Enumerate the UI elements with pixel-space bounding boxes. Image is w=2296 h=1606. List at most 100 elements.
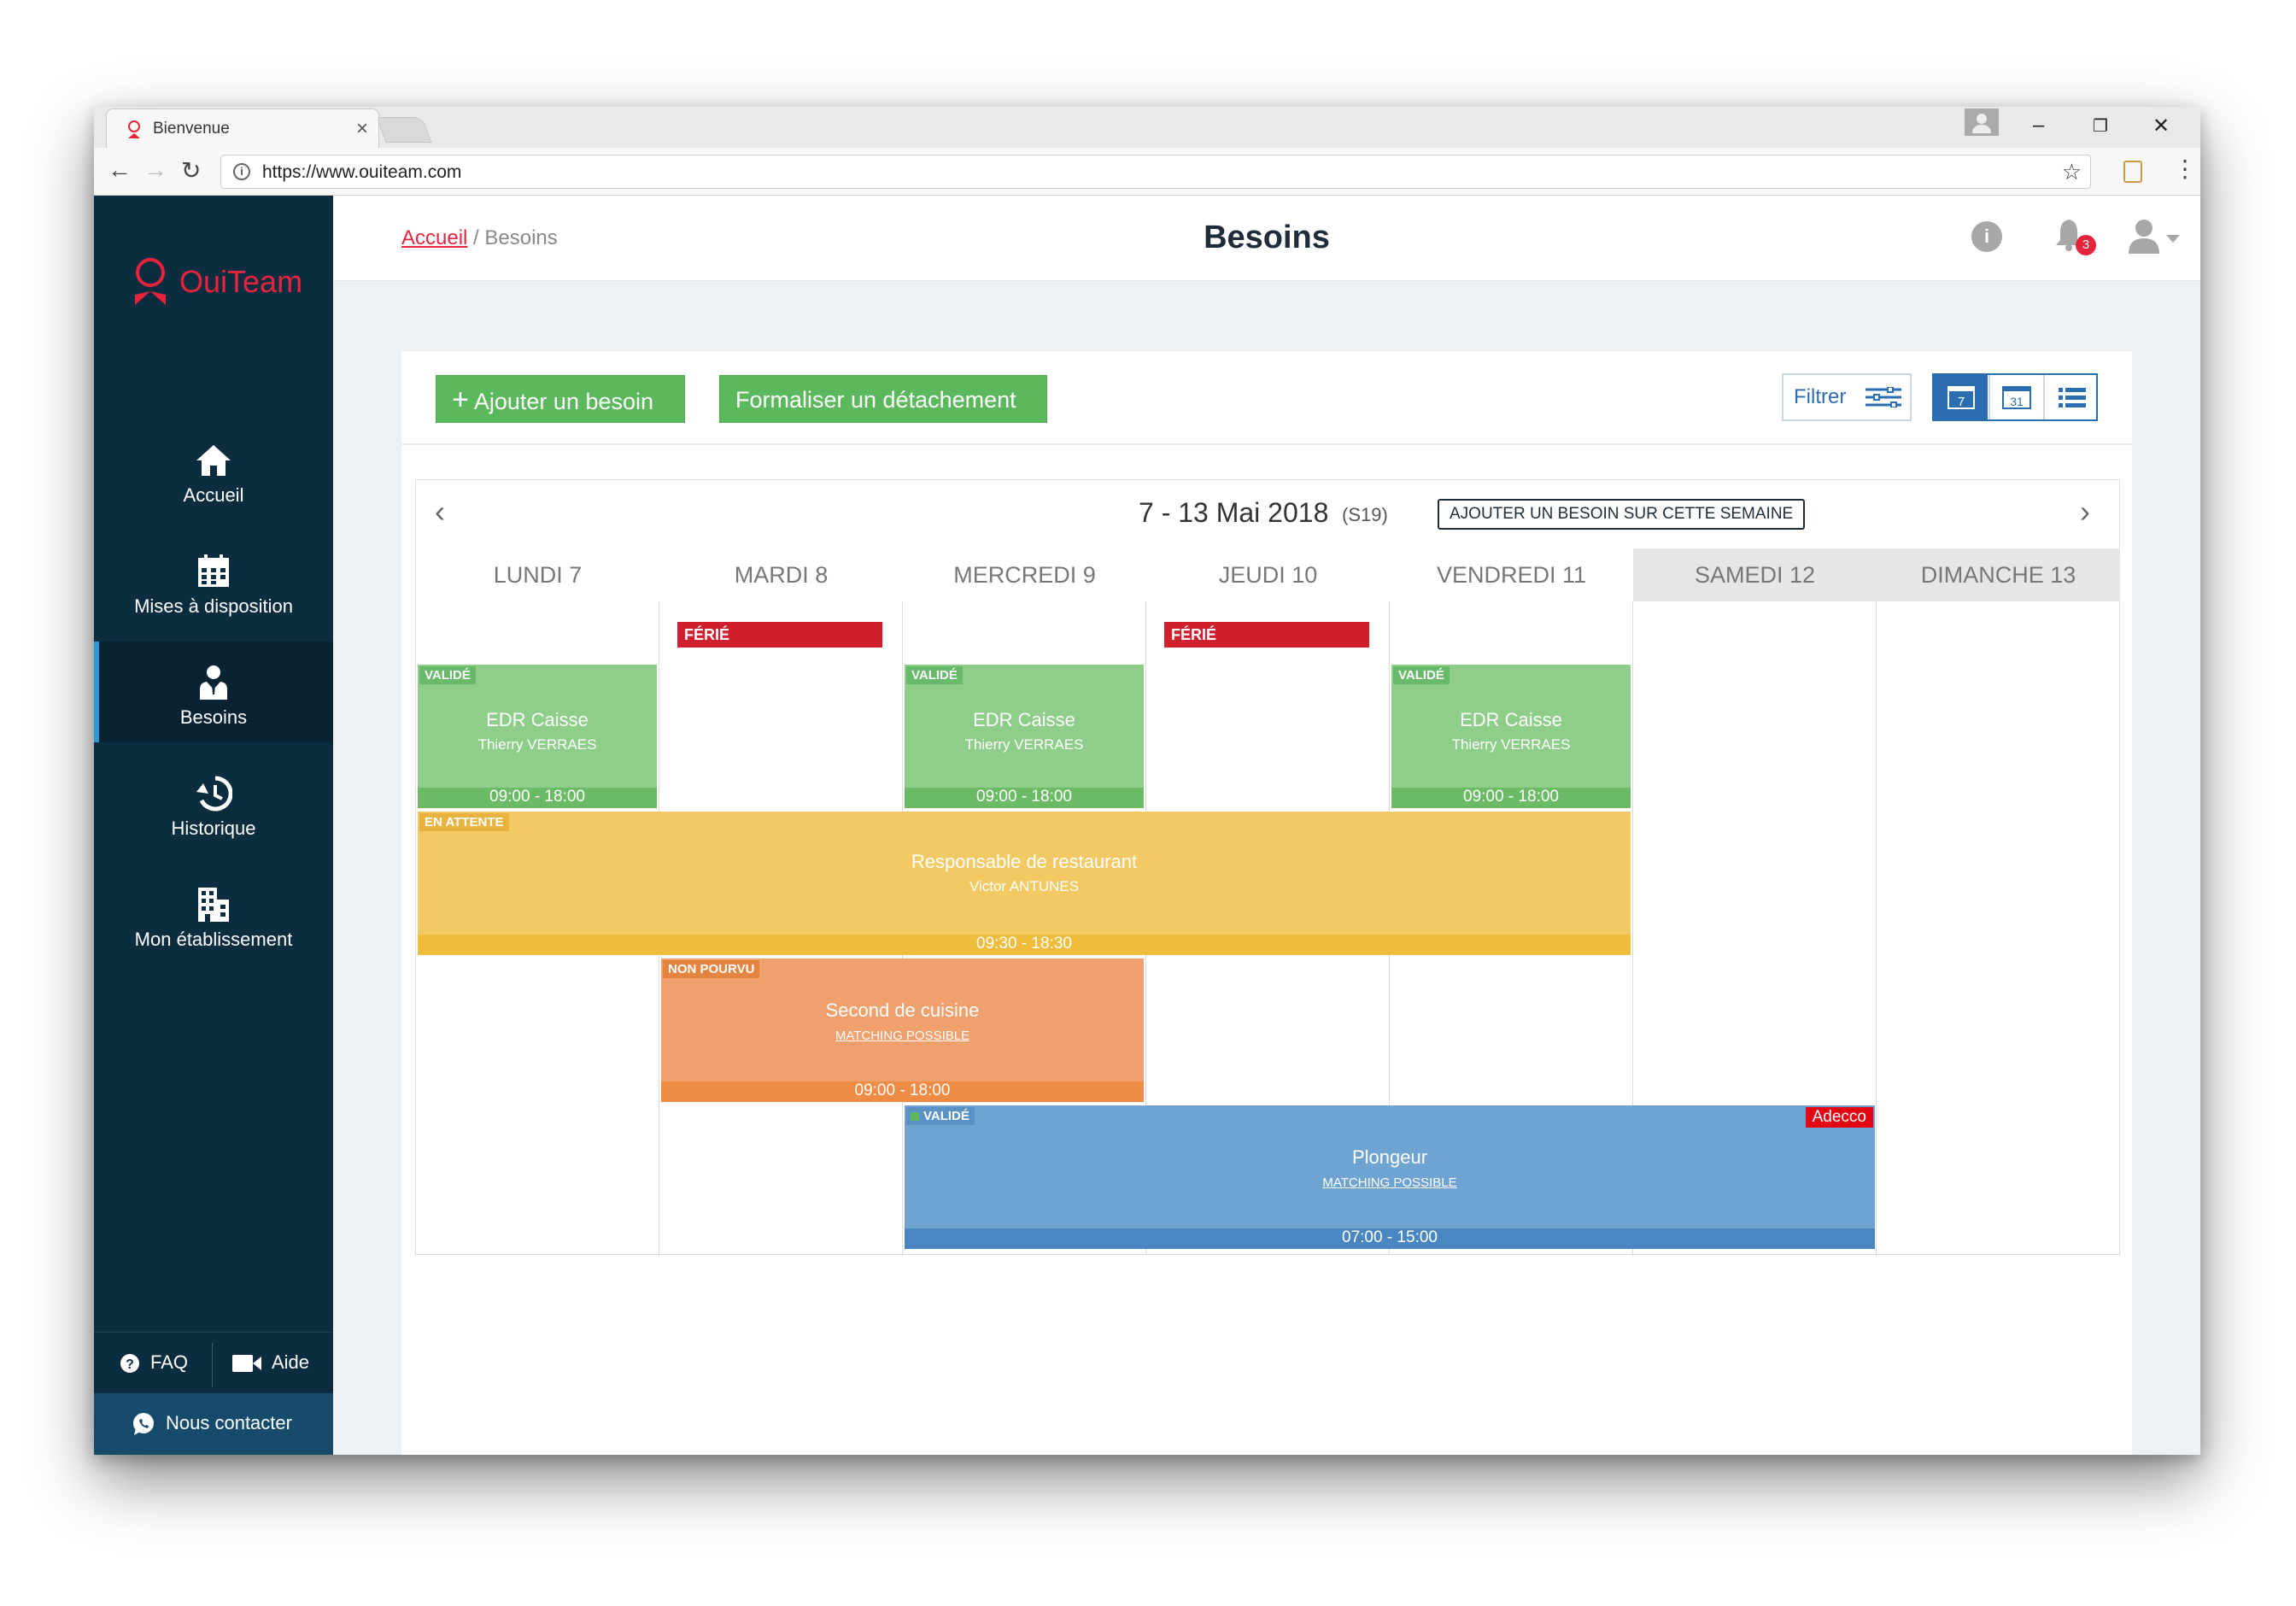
day-header-jeudi: JEUDI 10: [1218, 562, 1318, 588]
calendar-icon: [198, 554, 229, 587]
month-view-number: 31: [2010, 395, 2024, 408]
profile-icon[interactable]: [1965, 108, 1999, 136]
info-icon[interactable]: i: [1971, 221, 2002, 252]
site-info-icon[interactable]: i: [233, 163, 250, 180]
browser-window: Bienvenue × – ❐ ✕ ← → ↻ i https://www.ou…: [94, 107, 2200, 1455]
page-header: Accueil / Besoins Besoins i 3: [333, 196, 2200, 281]
matching-possible-link[interactable]: MATCHING POSSIBLE: [905, 1175, 1875, 1190]
event-edr-caisse-mercredi[interactable]: VALIDÉ EDR Caisse Thierry VERRAES 09:00 …: [905, 665, 1144, 808]
list-view-button[interactable]: [2043, 375, 2097, 419]
user-avatar-icon: [2129, 220, 2159, 254]
week-view-number: 7: [1958, 395, 1965, 409]
agency-badge: Adecco: [1805, 1107, 1873, 1128]
event-time: 09:00 - 18:00: [418, 788, 657, 808]
prev-week-button[interactable]: ‹: [435, 494, 445, 530]
restore-button[interactable]: ❐: [2093, 115, 2108, 137]
forward-icon[interactable]: →: [144, 156, 167, 184]
event-edr-caisse-lundi[interactable]: VALIDÉ EDR Caisse Thierry VERRAES 09:00 …: [418, 665, 657, 808]
building-icon: [198, 888, 229, 922]
caret-down-icon: [2166, 235, 2180, 243]
browser-titlebar: Bienvenue × – ❐ ✕: [94, 107, 2200, 148]
event-time: 09:00 - 18:00: [661, 1081, 1144, 1102]
add-besoin-button[interactable]: + Ajouter un besoin: [436, 375, 685, 423]
list-icon: [2059, 388, 2086, 407]
sidebar-item-historique[interactable]: Historique: [94, 759, 333, 860]
formaliser-detachement-button[interactable]: Formaliser un détachement: [719, 375, 1047, 423]
holiday-badge-mardi: FÉRIÉ: [677, 622, 882, 648]
back-icon[interactable]: ←: [108, 156, 132, 184]
contact-button[interactable]: Nous contacter: [94, 1393, 333, 1455]
browser-menu-icon[interactable]: ⋮: [2173, 155, 2197, 183]
close-window-button[interactable]: ✕: [2152, 114, 2170, 138]
sidebar-item-label: Mon établissement: [134, 929, 293, 950]
ouiteam-logo[interactable]: OuiTeam: [125, 255, 313, 307]
sidebar-item-label: Historique: [171, 818, 256, 839]
filter-sliders-icon: [1866, 387, 1901, 407]
extension-icon[interactable]: [2123, 161, 2142, 183]
week-calendar: ‹ 7 - 13 Mai 2018 (S19) AJOUTER UN BESOI…: [415, 479, 2120, 1256]
sidebar-item-mon-etablissement[interactable]: Mon établissement: [94, 870, 333, 971]
notification-badge: 3: [2076, 235, 2096, 255]
home-icon: [196, 445, 231, 476]
event-person: Victor ANTUNES: [969, 878, 1080, 894]
status-label: VALIDÉ: [923, 1109, 969, 1123]
event-title: Plongeur: [1351, 1146, 1428, 1168]
url-text: https://www.ouiteam.com: [262, 162, 462, 182]
aide-link[interactable]: Aide: [232, 1351, 309, 1374]
address-bar: ← → ↻ i https://www.ouiteam.com ☆ ⋮: [94, 148, 2200, 196]
status-badge: VALIDÉ: [906, 666, 963, 684]
filter-label: Filtrer: [1794, 385, 1847, 408]
next-week-button[interactable]: ›: [2080, 494, 2090, 530]
user-menu[interactable]: [2127, 218, 2182, 255]
day-column[interactable]: [1877, 601, 2120, 1256]
status-badge: VALIDÉ: [1393, 666, 1450, 684]
validated-dot-icon: [911, 1112, 919, 1121]
day-header-lundi: LUNDI 7: [493, 562, 583, 588]
sidebar-item-accueil[interactable]: Accueil: [94, 426, 333, 527]
sidebar-item-label: Mises à disposition: [134, 595, 293, 617]
tab-close-icon[interactable]: ×: [356, 117, 368, 141]
event-edr-caisse-vendredi[interactable]: VALIDÉ EDR Caisse Thierry VERRAES 09:00 …: [1391, 665, 1631, 808]
sidebar-item-mises-a-disposition[interactable]: Mises à disposition: [94, 537, 333, 638]
page-title: Besoins: [1204, 220, 1330, 255]
day-header-vendredi: VENDREDI 11: [1436, 562, 1587, 588]
bookmark-star-icon[interactable]: ☆: [2062, 159, 2082, 185]
tab-title: Bienvenue: [153, 120, 230, 138]
calendar-week-icon: 7: [1948, 386, 1975, 409]
event-second-de-cuisine[interactable]: NON POURVU Second de cuisine MATCHING PO…: [661, 958, 1144, 1102]
add-besoin-week-button[interactable]: AJOUTER UN BESOIN SUR CETTE SEMAINE: [1438, 499, 1806, 530]
day-header-mardi: MARDI 8: [734, 562, 829, 588]
brand-name: OuiTeam: [179, 264, 303, 299]
filter-button[interactable]: Filtrer: [1782, 373, 1912, 421]
notifications-button[interactable]: 3: [2053, 218, 2096, 255]
event-time: 09:00 - 18:00: [905, 788, 1144, 808]
event-time: 09:00 - 18:00: [1391, 788, 1631, 808]
ouiteam-favicon-icon: [128, 120, 140, 138]
event-responsable-restaurant[interactable]: EN ATTENTE Responsable de restaurant Vic…: [418, 812, 1631, 955]
aide-label: Aide: [272, 1351, 310, 1373]
calendar-month-icon: 31: [2002, 386, 2031, 409]
minimize-button[interactable]: –: [2033, 114, 2044, 138]
event-person: Thierry VERRAES: [477, 736, 597, 753]
event-title: EDR Caisse: [486, 709, 589, 730]
video-icon: [232, 1355, 261, 1372]
sidebar-item-besoins[interactable]: Besoins: [94, 642, 333, 742]
event-plongeur[interactable]: VALIDÉ Adecco Plongeur MATCHING POSSIBLE…: [905, 1105, 1875, 1249]
status-badge: NON POURVU: [663, 960, 760, 978]
holiday-badge-jeudi: FÉRIÉ: [1164, 622, 1369, 648]
month-view-button[interactable]: 31: [1988, 375, 2042, 419]
new-tab-button[interactable]: [376, 117, 432, 143]
faq-label: FAQ: [150, 1351, 189, 1373]
svg-text:?: ?: [126, 1357, 134, 1372]
faq-link[interactable]: ? FAQ: [120, 1351, 188, 1374]
reload-icon[interactable]: ↻: [181, 156, 201, 185]
worker-icon: [200, 665, 227, 700]
footer-divider: [212, 1343, 213, 1387]
url-field[interactable]: i https://www.ouiteam.com ☆: [220, 155, 2091, 189]
status-badge: VALIDÉ: [419, 666, 476, 684]
event-person: Thierry VERRAES: [1451, 736, 1571, 753]
week-view-button[interactable]: 7: [1934, 375, 1988, 419]
browser-tab[interactable]: Bienvenue ×: [106, 108, 379, 148]
matching-possible-link[interactable]: MATCHING POSSIBLE: [661, 1029, 1144, 1043]
event-time: 09:30 - 18:30: [418, 935, 1631, 955]
